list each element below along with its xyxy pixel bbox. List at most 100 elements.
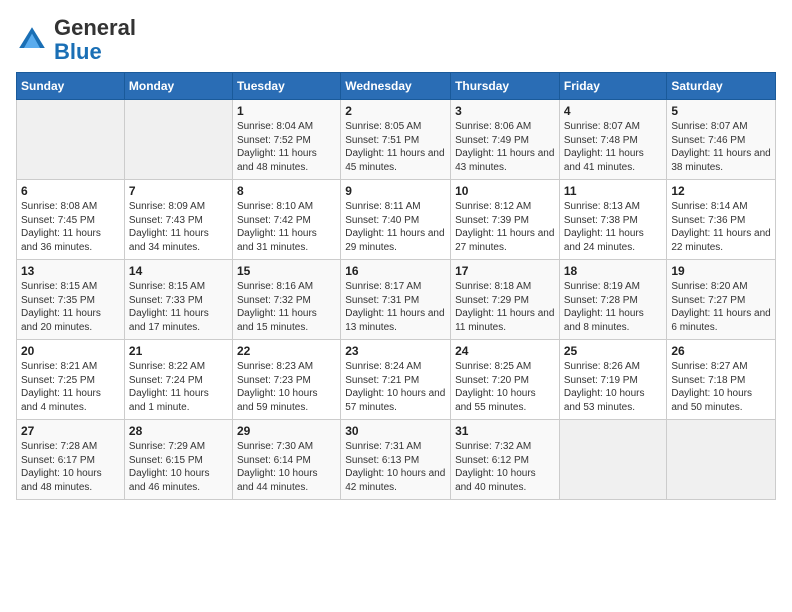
- day-number: 5: [671, 104, 771, 118]
- calendar-cell: 30 Sunrise: 7:31 AM Sunset: 6:13 PM Dayli…: [341, 420, 451, 500]
- day-info: Sunrise: 8:07 AM Sunset: 7:48 PM Dayligh…: [564, 120, 663, 174]
- calendar-cell: 4 Sunrise: 8:07 AM Sunset: 7:48 PM Daylig…: [559, 100, 667, 180]
- calendar-cell: 19 Sunrise: 8:20 AM Sunset: 7:27 PM Dayli…: [667, 260, 776, 340]
- calendar-cell: 16 Sunrise: 8:17 AM Sunset: 7:31 PM Dayli…: [341, 260, 451, 340]
- day-info: Sunrise: 8:10 AM Sunset: 7:42 PM Dayligh…: [237, 200, 336, 254]
- day-number: 16: [345, 264, 446, 278]
- calendar-cell: 29Sunrise: 7:30 AM Sunset: 6:14 PM Dayli…: [232, 420, 340, 500]
- day-number: 23: [345, 344, 446, 358]
- day-info: Sunrise: 7:29 AM Sunset: 6:15 PM Dayligh…: [129, 440, 228, 494]
- day-number: 24: [455, 344, 555, 358]
- day-number: 1: [237, 104, 336, 118]
- calendar-cell: 27Sunrise: 7:28 AM Sunset: 6:17 PM Dayli…: [17, 420, 125, 500]
- weekday-header-sunday: Sunday: [17, 73, 125, 100]
- day-info: Sunrise: 8:04 AM Sunset: 7:52 PM Dayligh…: [237, 120, 336, 174]
- day-number: 29: [237, 424, 336, 438]
- day-info: Sunrise: 8:16 AM Sunset: 7:32 PM Dayligh…: [237, 280, 336, 334]
- day-number: 13: [21, 264, 120, 278]
- day-info: Sunrise: 8:19 AM Sunset: 7:28 PM Dayligh…: [564, 280, 663, 334]
- day-number: 7: [129, 184, 228, 198]
- weekday-header-saturday: Saturday: [667, 73, 776, 100]
- calendar-week-row: 20 Sunrise: 8:21 AM Sunset: 7:25 PM Dayli…: [17, 340, 776, 420]
- day-info: Sunrise: 8:17 AM Sunset: 7:31 PM Dayligh…: [345, 280, 446, 334]
- day-info: Sunrise: 7:31 AM Sunset: 6:13 PM Dayligh…: [345, 440, 446, 494]
- day-number: 6: [21, 184, 120, 198]
- calendar-table: SundayMondayTuesdayWednesdayThursdayFrid…: [16, 72, 776, 500]
- day-info: Sunrise: 8:20 AM Sunset: 7:27 PM Dayligh…: [671, 280, 771, 334]
- calendar-cell: [667, 420, 776, 500]
- calendar-cell: 26 Sunrise: 8:27 AM Sunset: 7:18 PM Dayli…: [667, 340, 776, 420]
- weekday-header-friday: Friday: [559, 73, 667, 100]
- calendar-cell: 6 Sunrise: 8:08 AM Sunset: 7:45 PM Daylig…: [17, 180, 125, 260]
- day-info: Sunrise: 8:23 AM Sunset: 7:23 PM Dayligh…: [237, 360, 336, 414]
- day-number: 9: [345, 184, 446, 198]
- calendar-cell: 1 Sunrise: 8:04 AM Sunset: 7:52 PM Daylig…: [232, 100, 340, 180]
- calendar-cell: 28Sunrise: 7:29 AM Sunset: 6:15 PM Dayli…: [124, 420, 232, 500]
- day-number: 14: [129, 264, 228, 278]
- day-number: 27: [21, 424, 120, 438]
- day-number: 17: [455, 264, 555, 278]
- calendar-cell: 31Sunrise: 7:32 AM Sunset: 6:12 PM Dayli…: [451, 420, 560, 500]
- calendar-week-row: 6 Sunrise: 8:08 AM Sunset: 7:45 PM Daylig…: [17, 180, 776, 260]
- logo-icon: [16, 24, 48, 56]
- calendar-cell: 25 Sunrise: 8:26 AM Sunset: 7:19 PM Dayli…: [559, 340, 667, 420]
- day-number: 25: [564, 344, 663, 358]
- day-number: 8: [237, 184, 336, 198]
- calendar-cell: 5Sunrise: 8:07 AM Sunset: 7:46 PM Daylig…: [667, 100, 776, 180]
- day-number: 15: [237, 264, 336, 278]
- logo: General Blue: [16, 16, 136, 64]
- calendar-cell: 7 Sunrise: 8:09 AM Sunset: 7:43 PM Daylig…: [124, 180, 232, 260]
- logo-general: General: [54, 15, 136, 40]
- calendar-cell: 11 Sunrise: 8:13 AM Sunset: 7:38 PM Dayli…: [559, 180, 667, 260]
- calendar-cell: 10 Sunrise: 8:12 AM Sunset: 7:39 PM Dayli…: [451, 180, 560, 260]
- day-number: 18: [564, 264, 663, 278]
- day-info: Sunrise: 8:08 AM Sunset: 7:45 PM Dayligh…: [21, 200, 120, 254]
- day-info: Sunrise: 8:12 AM Sunset: 7:39 PM Dayligh…: [455, 200, 555, 254]
- day-number: 19: [671, 264, 771, 278]
- day-info: Sunrise: 8:15 AM Sunset: 7:35 PM Dayligh…: [21, 280, 120, 334]
- calendar-cell: [124, 100, 232, 180]
- calendar-cell: 20 Sunrise: 8:21 AM Sunset: 7:25 PM Dayli…: [17, 340, 125, 420]
- day-info: Sunrise: 8:25 AM Sunset: 7:20 PM Dayligh…: [455, 360, 555, 414]
- day-number: 20: [21, 344, 120, 358]
- day-info: Sunrise: 8:21 AM Sunset: 7:25 PM Dayligh…: [21, 360, 120, 414]
- day-number: 30: [345, 424, 446, 438]
- calendar-week-row: 1 Sunrise: 8:04 AM Sunset: 7:52 PM Daylig…: [17, 100, 776, 180]
- day-number: 2: [345, 104, 446, 118]
- day-number: 4: [564, 104, 663, 118]
- calendar-cell: 17Sunrise: 8:18 AM Sunset: 7:29 PM Dayli…: [451, 260, 560, 340]
- calendar-cell: 12 Sunrise: 8:14 AM Sunset: 7:36 PM Dayli…: [667, 180, 776, 260]
- day-info: Sunrise: 8:22 AM Sunset: 7:24 PM Dayligh…: [129, 360, 228, 414]
- logo-blue: Blue: [54, 39, 102, 64]
- day-number: 12: [671, 184, 771, 198]
- day-info: Sunrise: 8:26 AM Sunset: 7:19 PM Dayligh…: [564, 360, 663, 414]
- day-info: Sunrise: 8:06 AM Sunset: 7:49 PM Dayligh…: [455, 120, 555, 174]
- calendar-cell: 2 Sunrise: 8:05 AM Sunset: 7:51 PM Daylig…: [341, 100, 451, 180]
- weekday-header-row: SundayMondayTuesdayWednesdayThursdayFrid…: [17, 73, 776, 100]
- calendar-cell: [559, 420, 667, 500]
- calendar-cell: 23 Sunrise: 8:24 AM Sunset: 7:21 PM Dayli…: [341, 340, 451, 420]
- day-number: 21: [129, 344, 228, 358]
- day-number: 31: [455, 424, 555, 438]
- day-info: Sunrise: 8:09 AM Sunset: 7:43 PM Dayligh…: [129, 200, 228, 254]
- calendar-cell: 18 Sunrise: 8:19 AM Sunset: 7:28 PM Dayli…: [559, 260, 667, 340]
- logo-text: General Blue: [54, 16, 136, 64]
- day-info: Sunrise: 8:11 AM Sunset: 7:40 PM Dayligh…: [345, 200, 446, 254]
- day-info: Sunrise: 8:13 AM Sunset: 7:38 PM Dayligh…: [564, 200, 663, 254]
- page-header: General Blue: [16, 16, 776, 64]
- calendar-cell: 24 Sunrise: 8:25 AM Sunset: 7:20 PM Dayli…: [451, 340, 560, 420]
- day-number: 26: [671, 344, 771, 358]
- day-info: Sunrise: 8:05 AM Sunset: 7:51 PM Dayligh…: [345, 120, 446, 174]
- weekday-header-monday: Monday: [124, 73, 232, 100]
- calendar-cell: 21 Sunrise: 8:22 AM Sunset: 7:24 PM Dayli…: [124, 340, 232, 420]
- calendar-cell: 14Sunrise: 8:15 AM Sunset: 7:33 PM Dayli…: [124, 260, 232, 340]
- day-number: 3: [455, 104, 555, 118]
- calendar-cell: 15 Sunrise: 8:16 AM Sunset: 7:32 PM Dayli…: [232, 260, 340, 340]
- day-number: 10: [455, 184, 555, 198]
- day-number: 11: [564, 184, 663, 198]
- day-info: Sunrise: 8:27 AM Sunset: 7:18 PM Dayligh…: [671, 360, 771, 414]
- day-number: 22: [237, 344, 336, 358]
- calendar-cell: 3 Sunrise: 8:06 AM Sunset: 7:49 PM Daylig…: [451, 100, 560, 180]
- day-info: Sunrise: 8:14 AM Sunset: 7:36 PM Dayligh…: [671, 200, 771, 254]
- day-info: Sunrise: 8:24 AM Sunset: 7:21 PM Dayligh…: [345, 360, 446, 414]
